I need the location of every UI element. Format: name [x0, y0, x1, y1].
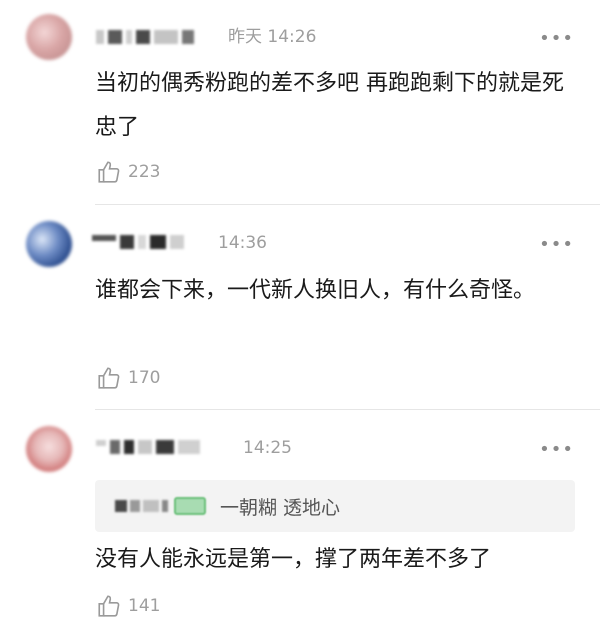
quoted-username [115, 500, 168, 512]
avatar[interactable] [26, 14, 72, 60]
comment-1: 昨天 14:26 ••• 当初的偶秀粉跑的差不多吧 再跑跑剩下的就是死忠了 22… [0, 0, 600, 205]
like-count: 223 [128, 162, 161, 182]
avatar[interactable] [26, 426, 72, 472]
quoted-text: 一朝糊 透地心 [220, 496, 341, 519]
thumb-up-icon [98, 595, 120, 617]
comment-3: 14:25 ••• 一朝糊 透地心 没有人能永远是第一，撑了两年差不多了 141 [0, 410, 600, 633]
thumb-up-icon [98, 161, 120, 183]
like-button[interactable]: 223 [96, 157, 160, 187]
like-count: 170 [128, 368, 161, 388]
comment-text: 当初的偶秀粉跑的差不多吧 再跑跑剩下的就是死忠了 [95, 71, 564, 140]
username[interactable] [96, 26, 194, 48]
username[interactable] [92, 231, 184, 253]
more-dots-icon[interactable]: ••• [539, 236, 574, 254]
username[interactable] [96, 436, 200, 458]
quoted-reply[interactable]: 一朝糊 透地心 [95, 480, 575, 532]
more-dots-icon[interactable]: ••• [539, 30, 574, 48]
like-button[interactable]: 170 [96, 363, 160, 393]
comment-time: 14:36 [218, 233, 267, 253]
more-dots-icon[interactable]: ••• [539, 441, 574, 459]
avatar[interactable] [26, 221, 72, 267]
comment-time: 14:25 [243, 438, 292, 458]
like-count: 141 [128, 596, 161, 616]
comment-text: 没有人能永远是第一，撑了两年差不多了 [95, 547, 492, 572]
like-button[interactable]: 141 [96, 591, 160, 621]
user-badge-icon [174, 497, 206, 515]
comment-text: 谁都会下来，一代新人换旧人，有什么奇怪。 [95, 278, 536, 303]
comment-2: 14:36 ••• 谁都会下来，一代新人换旧人，有什么奇怪。 170 [0, 205, 600, 410]
thumb-up-icon [98, 367, 120, 389]
comment-time: 昨天 14:26 [228, 27, 317, 47]
